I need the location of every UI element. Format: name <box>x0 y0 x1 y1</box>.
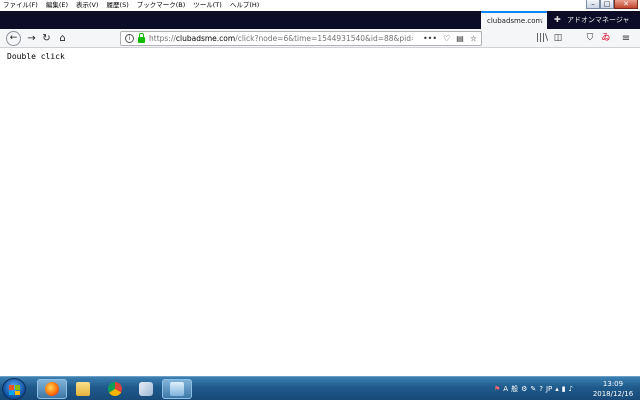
nav-toolbar: ← → ↻ ⌂ i https:// clubadsme.com /click?… <box>0 29 640 48</box>
close-window-button[interactable]: ✕ <box>614 0 638 9</box>
sidebar-icon[interactable]: ◫ <box>551 31 565 46</box>
help-icon[interactable]: ? <box>539 385 543 393</box>
start-button[interactable] <box>2 378 26 400</box>
pocket-icon[interactable]: ♡ <box>443 34 450 43</box>
clock-time: 13:09 <box>602 380 624 388</box>
ime-a-icon[interactable]: A <box>503 385 508 393</box>
taskbar: ⚑ A 般 ⚙ ✎ ? JP ▴ ▮ ♪ 13:09 2018/12/16 <box>0 376 640 400</box>
taskbar-firefox[interactable] <box>37 379 67 399</box>
paint-icon <box>139 382 153 396</box>
menu-tools[interactable]: ツール(T) <box>189 0 226 11</box>
tab-clubadsme[interactable]: clubadsme.com ✕ <box>481 11 547 29</box>
menu-bookmarks[interactable]: ブックマーク(B) <box>133 0 190 11</box>
volume-icon[interactable]: ♪ <box>569 385 573 393</box>
info-icon[interactable]: i <box>125 34 134 43</box>
tray-flag-icon[interactable]: ⚑ <box>494 385 500 393</box>
menu-history[interactable]: 履歴(S) <box>103 0 133 11</box>
menu-file[interactable]: ファイル(F) <box>0 0 42 11</box>
tray-expand-icon[interactable]: ▴ <box>555 385 559 393</box>
home-icon[interactable]: ⌂ <box>55 31 70 46</box>
taskbar-chrome[interactable] <box>100 379 130 399</box>
taskbar-explorer[interactable] <box>68 379 98 399</box>
url-bar[interactable]: i https:// clubadsme.com /click?node=6&t… <box>120 31 482 46</box>
system-tray: ⚑ A 般 ⚙ ✎ ? JP ▴ ▮ ♪ <box>494 381 576 397</box>
bookmark-star-icon[interactable]: ☆ <box>470 34 477 43</box>
ime-settings-icon[interactable]: ⚙ <box>521 385 527 393</box>
network-icon[interactable]: ▮ <box>562 385 566 393</box>
reload-icon[interactable]: ↻ <box>39 31 54 46</box>
menu-help[interactable]: ヘルプ(H) <box>226 0 263 11</box>
maximize-button[interactable]: □ <box>600 0 614 9</box>
tab-label: clubadsme.com <box>487 17 543 25</box>
url-scheme: https:// <box>149 34 176 43</box>
taskbar-paint[interactable] <box>131 379 161 399</box>
page-text: Double click <box>7 52 65 61</box>
url-host: clubadsme.com <box>175 34 236 43</box>
window-controls: – □ ✕ <box>586 0 638 10</box>
puzzle-icon: ✚ <box>554 15 561 24</box>
url-actions: ••• ♡ ▤ ☆ <box>412 32 477 45</box>
lang-indicator[interactable]: JP <box>546 385 552 393</box>
tab-addons[interactable]: ✚ アドオンマネージャ <box>548 11 634 29</box>
ime-kana-icon[interactable]: 般 <box>511 384 518 394</box>
taskbar-window[interactable] <box>162 379 192 399</box>
reader-view-icon[interactable]: ▤ <box>456 34 464 43</box>
tab-close-icon[interactable]: ✕ <box>538 17 544 25</box>
menu-bar: ファイル(F) 編集(E) 表示(V) 履歴(S) ブックマーク(B) ツール(… <box>0 0 640 11</box>
window-icon <box>170 382 184 396</box>
lock-icon[interactable] <box>138 32 145 43</box>
menu-edit[interactable]: 編集(E) <box>42 0 72 11</box>
tab-label: アドオンマネージャ <box>567 16 630 24</box>
folder-icon <box>76 382 90 396</box>
library-icon[interactable]: |||\ <box>535 31 549 46</box>
firefox-icon <box>45 382 59 396</box>
extension-icon[interactable]: ゐ <box>599 31 613 46</box>
back-icon[interactable]: ← <box>6 31 21 46</box>
page-content: Double click <box>0 49 640 376</box>
shield-icon[interactable]: ⛉ <box>583 31 597 46</box>
ime-tools-icon[interactable]: ✎ <box>530 385 536 393</box>
tab-strip: clubadsme.com ✕ ✚ アドオンマネージャ <box>0 11 640 29</box>
clock-date: 2018/12/16 <box>592 390 634 398</box>
chrome-icon <box>108 382 122 396</box>
hamburger-menu-icon[interactable]: ≡ <box>619 31 633 46</box>
forward-icon[interactable]: → <box>24 31 39 46</box>
windows-logo-icon <box>9 385 20 395</box>
page-actions-icon[interactable]: ••• <box>423 34 437 43</box>
taskbar-clock[interactable]: 13:09 2018/12/16 <box>590 379 636 399</box>
menu-view[interactable]: 表示(V) <box>72 0 103 11</box>
minimize-button[interactable]: – <box>586 0 600 9</box>
